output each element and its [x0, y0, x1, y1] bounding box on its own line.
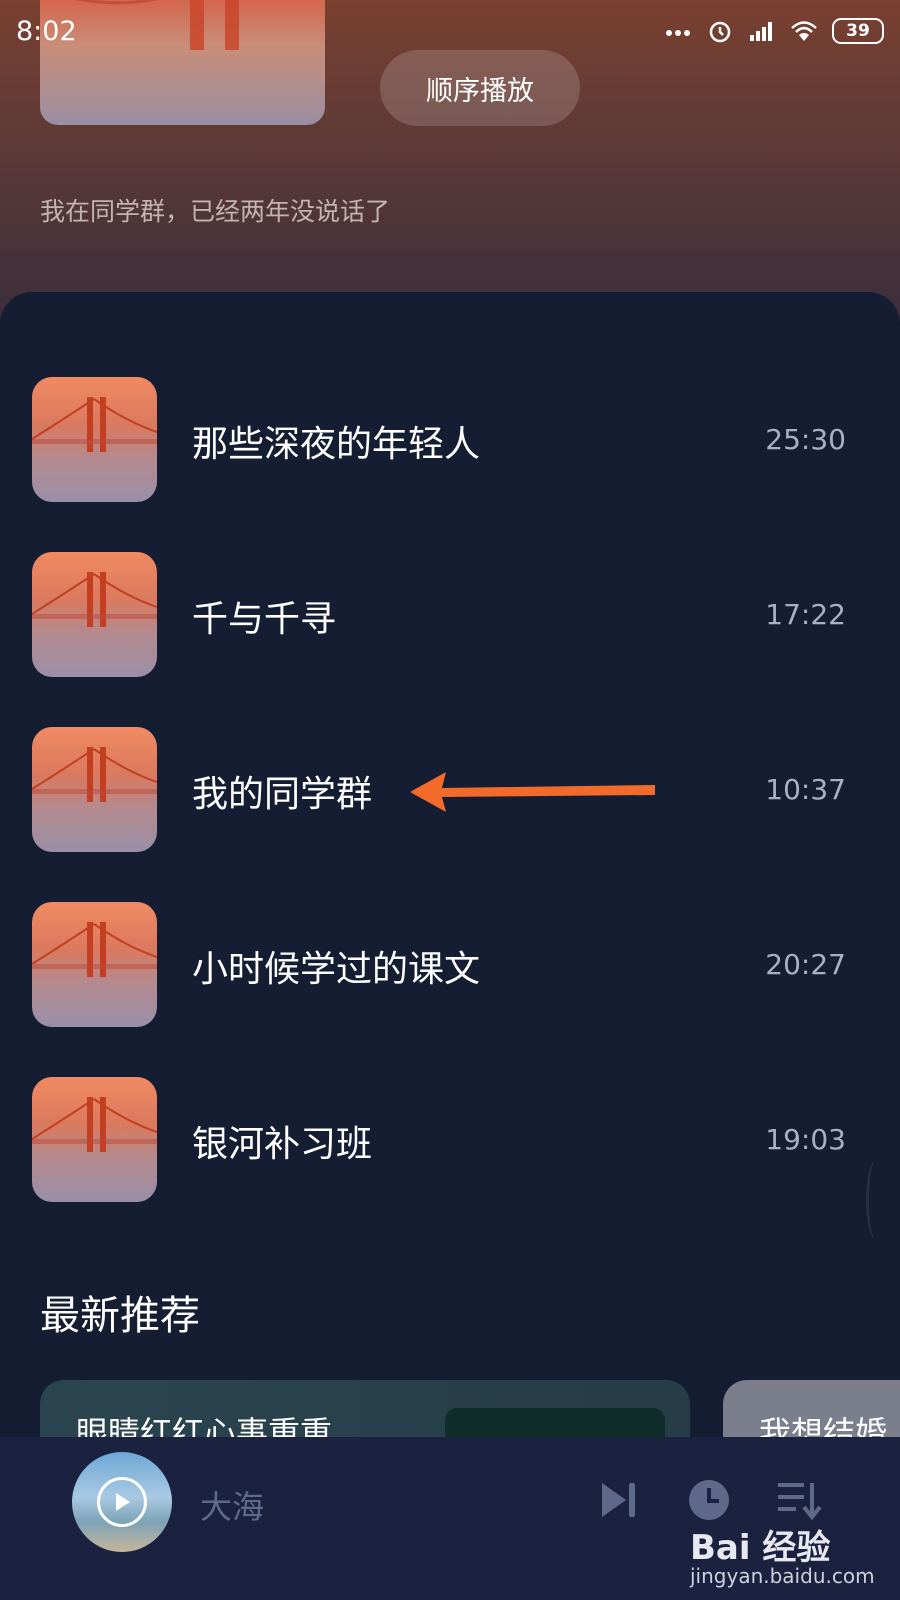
- episode-item[interactable]: 那些深夜的年轻人 25:30: [0, 377, 900, 502]
- timer-icon[interactable]: [686, 1477, 732, 1523]
- scroll-indicator: [866, 1160, 886, 1240]
- episode-cover: [32, 902, 157, 1027]
- playlist-icon[interactable]: [776, 1477, 822, 1523]
- episode-title: 小时候学过的课文: [192, 949, 481, 990]
- episode-duration: 19:03: [765, 1123, 846, 1156]
- signal-icon: [750, 22, 772, 41]
- episode-title: 银河补习班: [192, 1124, 373, 1165]
- watermark: Bai 经验 jingyan.baidu.com: [690, 1520, 890, 1590]
- album-description: 我在同学群，已经两年没说话了: [40, 197, 391, 226]
- watermark-url: jingyan.baidu.com: [690, 1564, 875, 1588]
- play-icon[interactable]: [97, 1477, 147, 1527]
- episode-item[interactable]: 小时候学过的课文 20:27: [0, 902, 900, 1027]
- episode-item[interactable]: 银河补习班 19:03: [0, 1077, 900, 1202]
- episode-cover: [32, 552, 157, 677]
- more-dots-icon: [666, 30, 690, 36]
- episode-title: 千与千寻: [192, 599, 337, 640]
- watermark-logo: Bai 经验: [690, 1528, 831, 1568]
- battery-icon: 39: [832, 18, 884, 44]
- episode-title: 那些深夜的年轻人: [192, 424, 481, 465]
- episode-cover: [32, 727, 157, 852]
- episode-item[interactable]: 千与千寻 17:22: [0, 552, 900, 677]
- episode-duration: 10:37: [765, 773, 846, 806]
- episode-cover: [32, 377, 157, 502]
- episode-duration: 17:22: [765, 598, 846, 631]
- battery-level: 39: [846, 21, 870, 41]
- episode-duration: 20:27: [765, 948, 846, 981]
- episode-duration: 25:30: [765, 423, 846, 456]
- player-title: 大海: [200, 1488, 265, 1526]
- status-time: 8:02: [16, 15, 77, 47]
- annotation-arrow: [410, 772, 655, 812]
- episode-cover: [32, 1077, 157, 1202]
- section-title: 最新推荐: [40, 1293, 200, 1339]
- next-track-icon[interactable]: [596, 1477, 642, 1523]
- alarm-icon: [709, 21, 731, 43]
- episode-title: 我的同学群: [192, 774, 373, 815]
- status-icons: 39: [664, 18, 884, 44]
- status-bar: 8:02 39: [0, 0, 900, 62]
- wifi-icon: [791, 21, 817, 41]
